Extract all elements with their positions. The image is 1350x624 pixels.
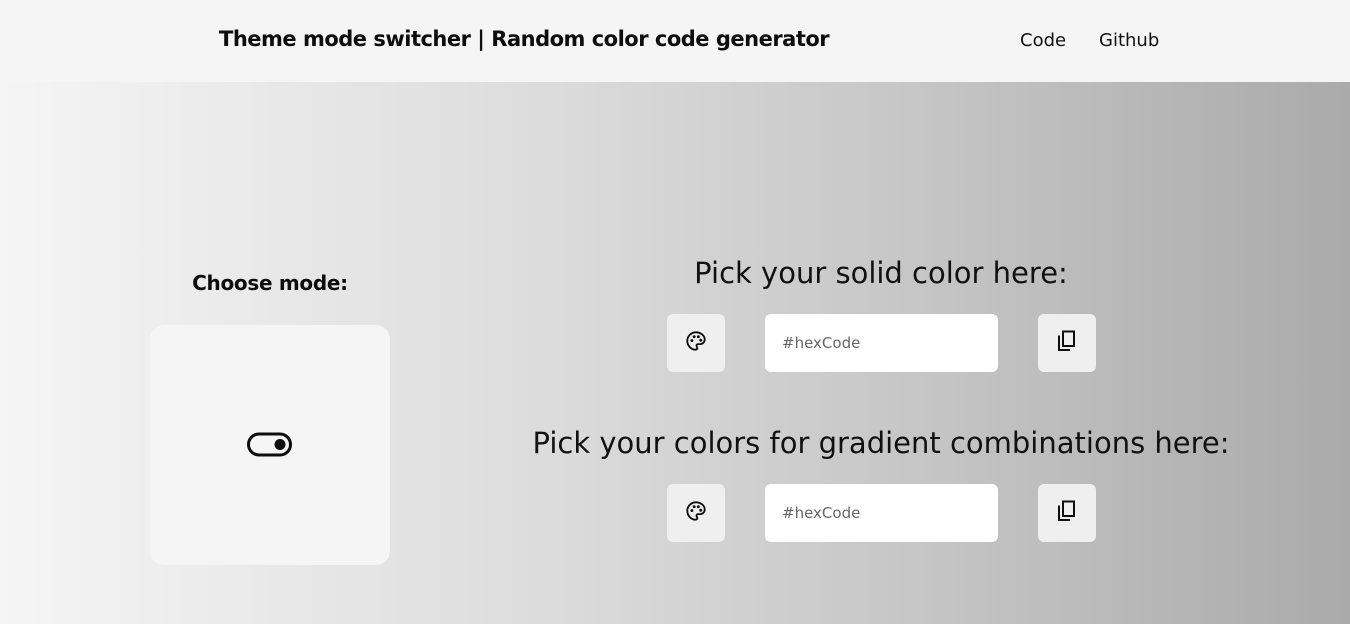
copy-icon	[1057, 500, 1077, 526]
palette-icon	[685, 330, 707, 356]
solid-hex-input[interactable]	[765, 314, 998, 372]
brand-title: Theme mode switcher | Random color code …	[219, 27, 830, 51]
gradient-palette-button[interactable]	[667, 484, 725, 542]
toggle-switch-icon[interactable]	[247, 432, 293, 462]
mode-card	[150, 325, 390, 565]
solid-palette-button[interactable]	[667, 314, 725, 372]
navbar: Theme mode switcher | Random color code …	[0, 0, 1350, 82]
nav-link-github[interactable]: Github	[1099, 30, 1159, 51]
nav-link-code[interactable]: Code	[1020, 30, 1066, 51]
copy-icon	[1057, 330, 1077, 356]
gradient-copy-button[interactable]	[1038, 484, 1096, 542]
gradient-heading: Pick your colors for gradient combinatio…	[532, 426, 1230, 460]
solid-copy-button[interactable]	[1038, 314, 1096, 372]
choose-mode-heading: Choose mode:	[192, 271, 348, 295]
page: Theme mode switcher | Random color code …	[0, 0, 1350, 624]
palette-icon	[685, 500, 707, 526]
solid-color-heading: Pick your solid color here:	[694, 256, 1068, 290]
gradient-hex-input[interactable]	[765, 484, 998, 542]
